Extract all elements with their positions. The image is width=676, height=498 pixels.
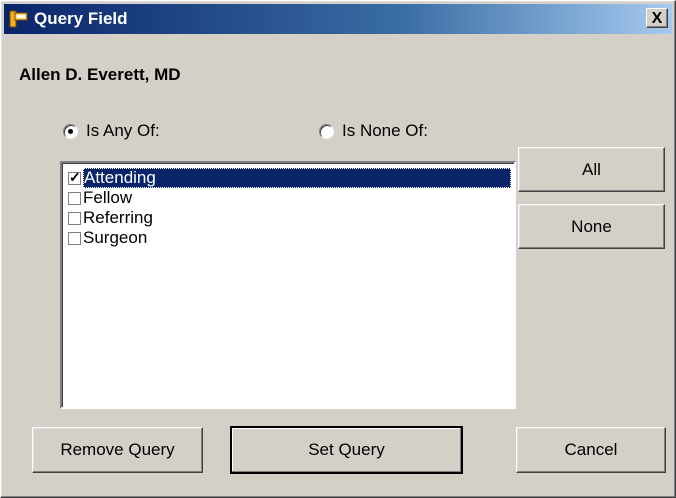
list-item-surgeon[interactable]: Surgeon xyxy=(68,228,147,248)
title-bar[interactable]: Query Field X xyxy=(4,4,672,34)
list-item-label: Referring xyxy=(83,208,153,227)
cancel-button[interactable]: Cancel xyxy=(516,427,666,473)
role-checklist[interactable]: Attending Fellow Referring Surgeon xyxy=(60,161,516,409)
remove-query-label: Remove Query xyxy=(60,440,175,459)
is-none-of-label: Is None Of: xyxy=(342,121,428,140)
query-field-dialog: Query Field X Allen D. Everett, MD Is An… xyxy=(0,0,676,498)
radio-unselected-icon[interactable] xyxy=(319,123,334,139)
set-query-button[interactable]: Set Query xyxy=(230,426,463,474)
list-item-label: Attending xyxy=(83,168,511,188)
is-any-of-label: Is Any Of: xyxy=(86,121,160,140)
query-field-app-icon xyxy=(9,10,28,28)
checkbox-unchecked-icon[interactable] xyxy=(68,191,81,205)
radio-selected-icon[interactable] xyxy=(63,123,78,139)
select-none-label: None xyxy=(571,216,612,236)
window-title: Query Field xyxy=(34,9,128,28)
select-all-button[interactable]: All xyxy=(518,147,665,192)
select-all-label: All xyxy=(582,159,601,179)
list-item-attending[interactable]: Attending xyxy=(68,168,511,188)
remove-query-button[interactable]: Remove Query xyxy=(32,427,203,473)
checkbox-checked-icon[interactable] xyxy=(68,169,81,186)
set-query-label: Set Query xyxy=(308,440,385,459)
cancel-label: Cancel xyxy=(564,440,618,459)
checkbox-unchecked-icon[interactable] xyxy=(68,211,81,225)
list-item-label: Fellow xyxy=(83,188,133,207)
is-none-of-radio[interactable]: Is None Of: xyxy=(319,121,428,141)
close-icon: X xyxy=(651,10,663,27)
list-item-referring[interactable]: Referring xyxy=(68,208,153,228)
is-any-of-radio[interactable]: Is Any Of: xyxy=(63,121,160,141)
list-item-label: Surgeon xyxy=(83,228,148,247)
select-none-button[interactable]: None xyxy=(518,204,665,249)
checkbox-unchecked-icon[interactable] xyxy=(68,231,81,245)
record-name-label: Allen D. Everett, MD xyxy=(19,65,181,84)
list-item-fellow[interactable]: Fellow xyxy=(68,188,132,208)
close-button[interactable]: X xyxy=(646,8,668,28)
